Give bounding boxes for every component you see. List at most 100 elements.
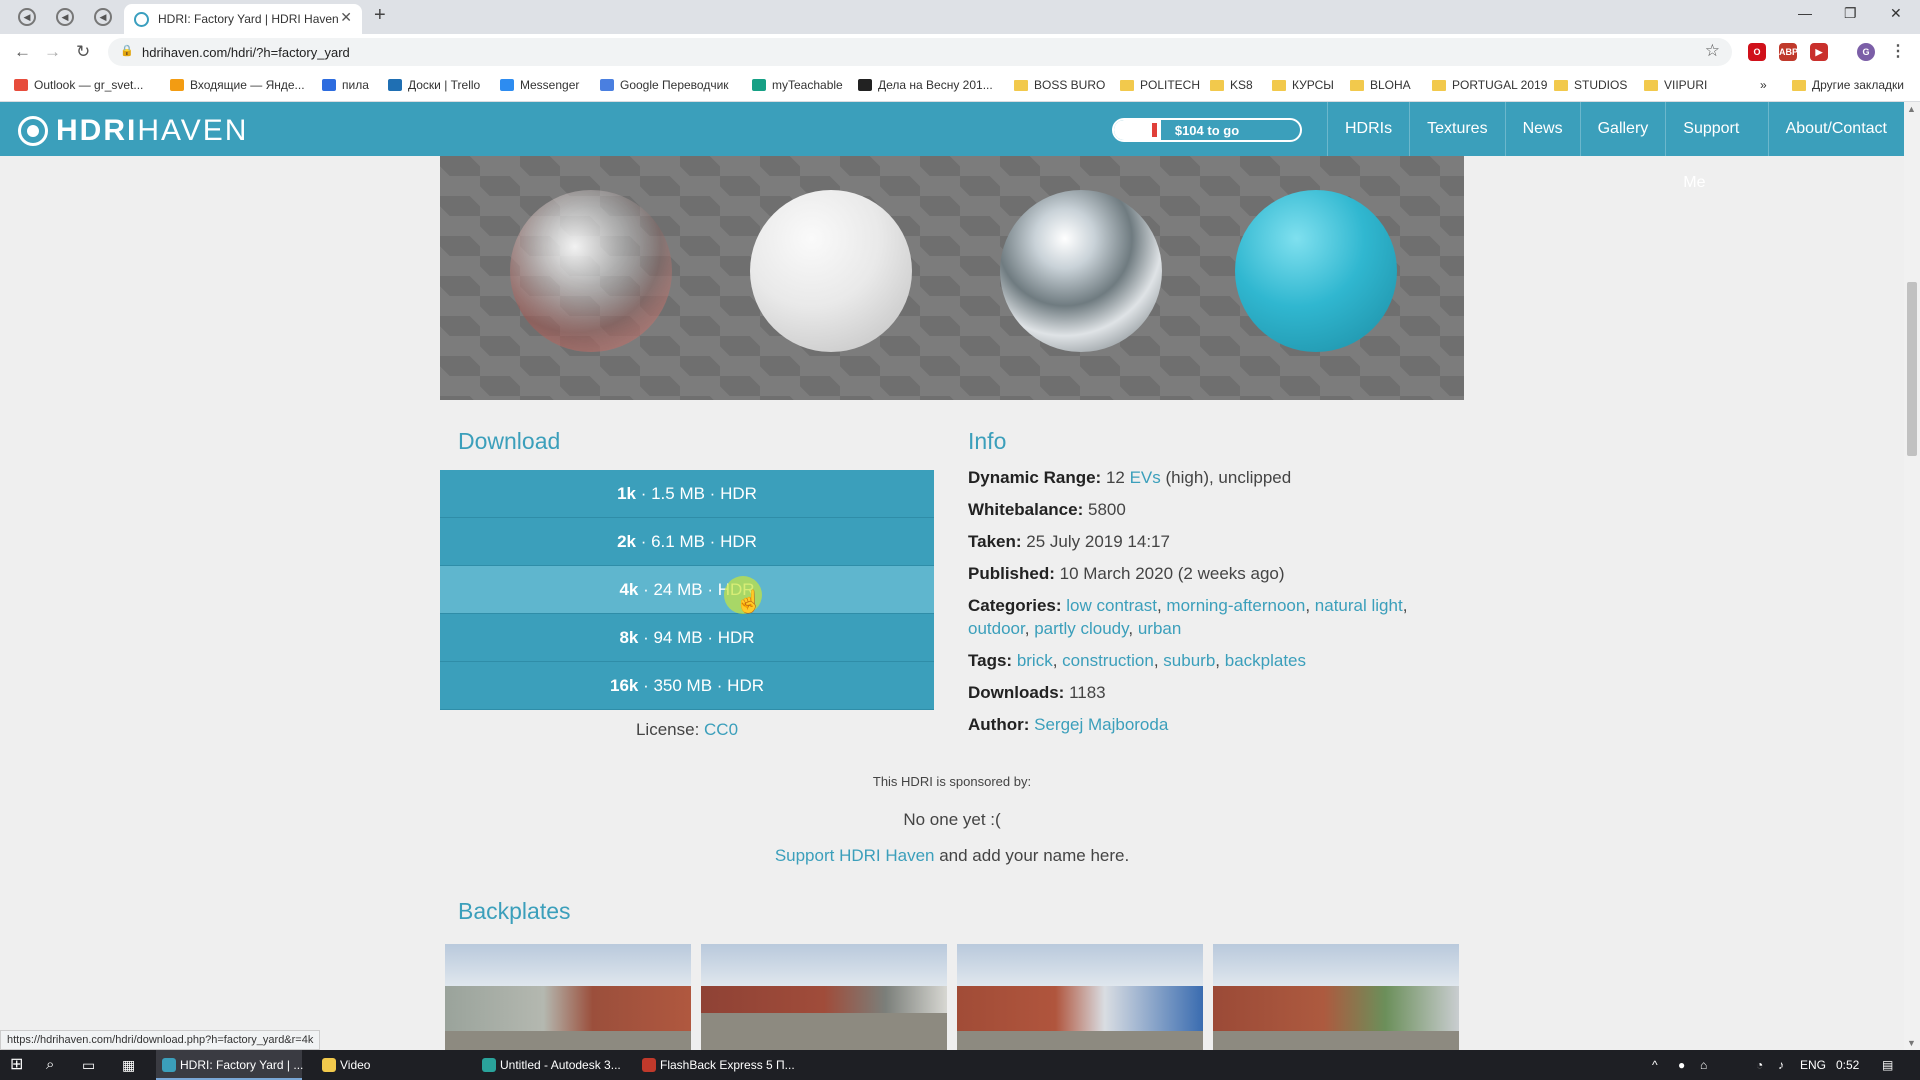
backplates-title: Backplates xyxy=(458,898,571,924)
profile-avatar-icon[interactable]: G xyxy=(1857,43,1875,61)
menu-icon[interactable]: ⋮ xyxy=(1889,43,1907,61)
windows-taskbar: ⊞ ⌕ ▭ ▦ HDRI: Factory Yard | ... Video Unt… xyxy=(0,1050,1920,1080)
bookmarks-overflow-icon[interactable]: » xyxy=(1760,78,1767,92)
bookmark-item[interactable]: myTeachable xyxy=(752,78,843,92)
scrollbar-thumb[interactable] xyxy=(1907,282,1917,456)
download-option-1k[interactable]: 1k · 1.5 MB · HDR xyxy=(440,470,934,518)
bookmark-item[interactable]: KS8 xyxy=(1210,78,1253,92)
taskbar-app[interactable]: Untitled - Autodesk 3... xyxy=(476,1050,626,1080)
nav-link-news[interactable]: News xyxy=(1504,102,1580,156)
dynamic-range-rest: (high), unclipped xyxy=(1165,468,1292,487)
bookmark-item[interactable]: Google Переводчик xyxy=(600,78,729,92)
funding-progress-bar[interactable]: $104 to go xyxy=(1112,118,1302,142)
browser-tab[interactable]: HDRI: Factory Yard | HDRI Haven ✕ xyxy=(124,4,362,34)
bookmark-item[interactable]: PORTUGAL 2019 xyxy=(1432,78,1547,92)
volume-icon[interactable]: ♪ xyxy=(1778,1050,1784,1080)
tag-link[interactable]: brick xyxy=(1017,651,1053,670)
backplate-thumbnail[interactable] xyxy=(1213,944,1459,1050)
bookmark-item[interactable]: BLOHA xyxy=(1350,78,1411,92)
bookmark-item[interactable]: VIIPURI xyxy=(1644,78,1707,92)
folder-icon xyxy=(1644,79,1658,91)
bookmark-item[interactable]: Доски | Trello xyxy=(388,78,480,92)
bookmark-label: КУРСЫ xyxy=(1292,78,1334,92)
bookmark-item[interactable]: Входящие — Янде... xyxy=(170,78,305,92)
download-option-8k[interactable]: 8k · 94 MB · HDR xyxy=(440,614,934,662)
category-link[interactable]: urban xyxy=(1138,619,1181,638)
nav-link-textures[interactable]: Textures xyxy=(1409,102,1504,156)
lock-icon: 🔒 xyxy=(120,45,134,57)
category-link[interactable]: partly cloudy xyxy=(1034,619,1128,638)
category-link[interactable]: outdoor xyxy=(968,619,1025,638)
download-option-2k[interactable]: 2k · 6.1 MB · HDR xyxy=(440,518,934,566)
category-link[interactable]: low contrast xyxy=(1066,596,1157,615)
hdri-preview-render xyxy=(440,156,1464,400)
tag-link[interactable]: construction xyxy=(1062,651,1154,670)
adblock-extension-icon[interactable]: ABP xyxy=(1779,43,1798,61)
bookmark-item[interactable]: Дела на Весну 201... xyxy=(858,78,993,92)
download-option-16k[interactable]: 16k · 350 MB · HDR xyxy=(440,662,934,710)
bookmark-item[interactable]: POLITECH xyxy=(1120,78,1200,92)
scroll-up-icon[interactable]: ▲ xyxy=(1907,104,1916,114)
task-view-icon[interactable]: ▭ xyxy=(82,1050,95,1080)
app-icon[interactable]: ◀ xyxy=(18,8,36,26)
backplate-thumbnail[interactable] xyxy=(445,944,691,1050)
bookmark-star-icon[interactable]: ☆ xyxy=(1705,41,1720,61)
language-indicator[interactable]: ENG xyxy=(1800,1050,1826,1080)
taskbar-app[interactable]: FlashBack Express 5 П... xyxy=(636,1050,795,1080)
nav-link-hdris[interactable]: HDRIs xyxy=(1327,102,1409,156)
license-link[interactable]: CC0 xyxy=(704,720,738,739)
backplate-thumbnail[interactable] xyxy=(957,944,1203,1050)
bookmark-item[interactable]: BOSS BURO xyxy=(1014,78,1105,92)
scroll-down-icon[interactable]: ▼ xyxy=(1907,1038,1916,1048)
opera-extension-icon[interactable]: O xyxy=(1748,43,1766,61)
calculator-icon[interactable]: ▦ xyxy=(122,1050,135,1080)
search-icon[interactable]: ⌕ xyxy=(46,1050,54,1080)
evs-link[interactable]: EVs xyxy=(1130,468,1161,487)
nav-link-about-contact[interactable]: About/Contact xyxy=(1767,102,1904,156)
notifications-icon[interactable]: ▤ xyxy=(1882,1050,1893,1080)
doc-icon xyxy=(322,79,336,91)
back-icon[interactable]: ← xyxy=(14,42,31,62)
bookmark-item[interactable]: КУРСЫ xyxy=(1272,78,1334,92)
tag-link[interactable]: suburb xyxy=(1163,651,1215,670)
clock[interactable]: 0:52 xyxy=(1836,1050,1859,1080)
restore-icon[interactable]: ❐ xyxy=(1844,5,1857,22)
other-bookmarks[interactable]: Другие закладки xyxy=(1792,78,1904,92)
address-bar[interactable]: 🔒 hdrihaven.com/hdri/?h=factory_yard ☆ xyxy=(108,38,1732,66)
tray-chevron-icon[interactable]: ^ xyxy=(1652,1050,1658,1080)
bookmark-item[interactable]: Outlook — gr_svet... xyxy=(14,78,143,92)
forward-icon[interactable]: → xyxy=(44,42,61,62)
extension-icon[interactable]: ▶ xyxy=(1810,43,1828,61)
taken-row: Taken: 25 July 2019 14:17 xyxy=(968,530,1468,553)
microphone-icon[interactable]: ● xyxy=(1678,1050,1685,1080)
nav-link-gallery[interactable]: Gallery xyxy=(1579,102,1666,156)
support-hdri-haven-link[interactable]: Support HDRI Haven xyxy=(775,846,935,865)
taskbar-app[interactable]: HDRI: Factory Yard | ... xyxy=(156,1050,303,1080)
author-link[interactable]: Sergej Majboroda xyxy=(1034,715,1168,734)
author-row: Author: Sergej Majboroda xyxy=(968,713,1468,736)
bookmark-item[interactable]: STUDIOS xyxy=(1554,78,1627,92)
taskbar-app[interactable]: Video xyxy=(316,1050,466,1080)
bookmark-item[interactable]: пила xyxy=(322,78,369,92)
category-link[interactable]: morning-afternoon xyxy=(1166,596,1305,615)
bookmark-item[interactable]: Messenger xyxy=(500,78,579,92)
category-link[interactable]: natural light xyxy=(1315,596,1403,615)
close-window-icon[interactable]: ✕ xyxy=(1890,5,1902,22)
logo-text-thin: HAVEN xyxy=(137,114,249,147)
backplate-thumbnail[interactable] xyxy=(701,944,947,1050)
network-icon[interactable]: ⌂ xyxy=(1700,1050,1707,1080)
page-scrollbar[interactable]: ▲ ▼ xyxy=(1904,102,1920,1050)
download-option-4k[interactable]: 4k · 24 MB · HDR xyxy=(440,566,934,614)
nav-link-support-me[interactable]: Support Me xyxy=(1665,102,1767,191)
close-tab-icon[interactable]: ✕ xyxy=(340,9,352,26)
app-icon[interactable]: ◀ xyxy=(56,8,74,26)
app-icon[interactable]: ◀ xyxy=(94,8,112,26)
reload-icon[interactable]: ↻ xyxy=(76,42,90,62)
wifi-icon[interactable]: ◔ xyxy=(1756,1050,1763,1080)
minimize-icon[interactable]: — xyxy=(1798,5,1812,21)
site-logo[interactable]: HDRIHAVEN xyxy=(18,114,248,148)
new-tab-icon[interactable]: + xyxy=(374,4,386,27)
windows-start-icon[interactable]: ⊞ xyxy=(10,1050,23,1080)
tag-link[interactable]: backplates xyxy=(1225,651,1306,670)
resolution-label: 4k xyxy=(619,580,639,599)
